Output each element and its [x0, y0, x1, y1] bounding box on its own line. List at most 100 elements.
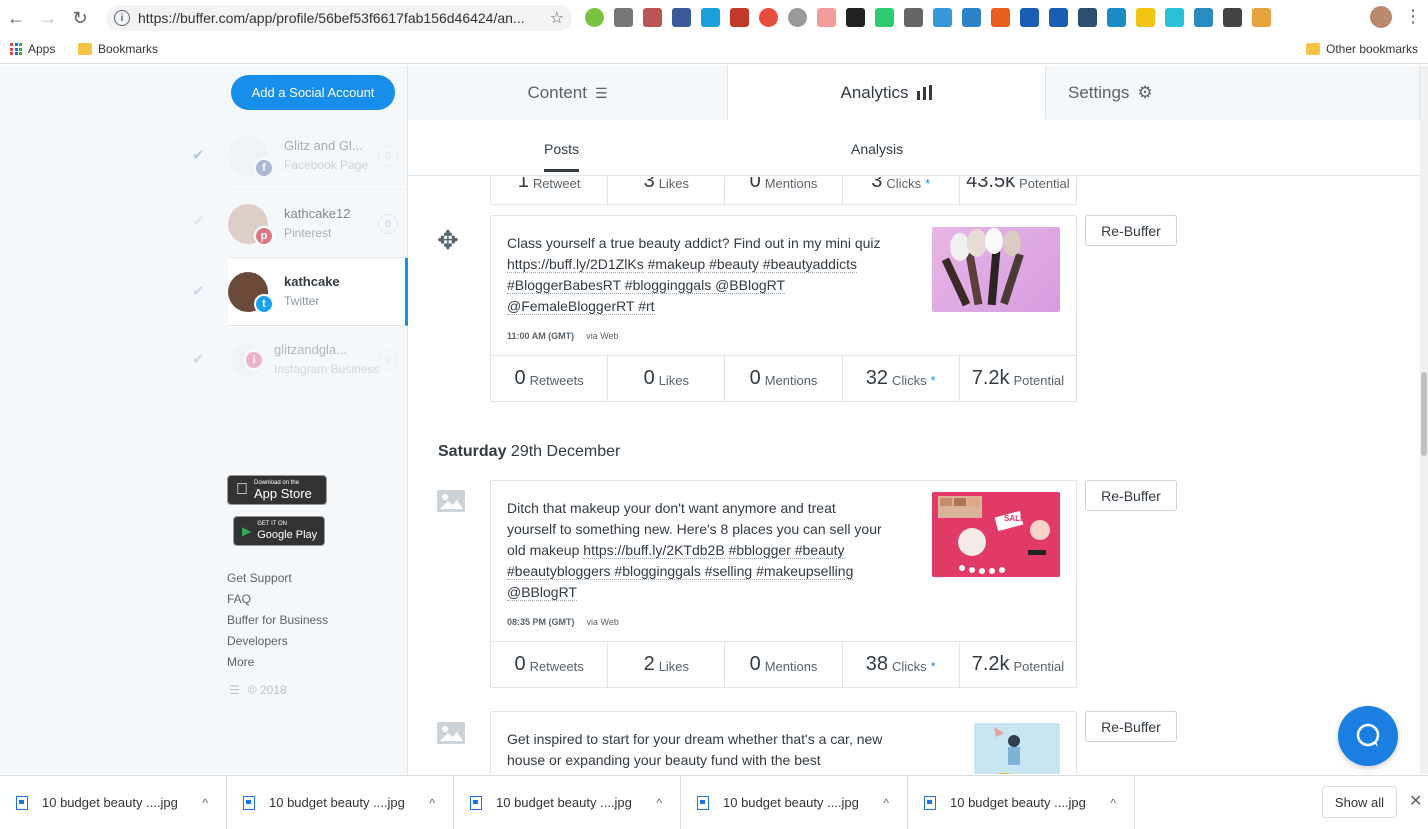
extension-icon[interactable] [817, 8, 836, 27]
close-icon[interactable]: ✕ [1409, 791, 1422, 811]
analytics-subtabs: Posts Analysis [408, 121, 1420, 176]
subtab-posts[interactable]: Posts [544, 141, 580, 172]
image-placeholder-icon [437, 722, 465, 749]
sidebar: Add a Social Account f Glitz and Gl... F… [0, 66, 408, 774]
main-tabs: Content ☰ Analytics Settings ⚙ [408, 66, 1420, 120]
day-heading: Saturday 29th December [438, 443, 621, 460]
extension-icon[interactable] [759, 8, 778, 27]
info-icon[interactable]: i [114, 10, 130, 26]
show-all-downloads-button[interactable]: Show all [1322, 786, 1397, 818]
extension-icon[interactable] [875, 8, 894, 27]
rebuffer-button[interactable]: Re-Buffer [1085, 215, 1177, 246]
image-placeholder-icon [437, 490, 465, 517]
url-text: https://buffer.com/app/profile/56bef53f6… [138, 10, 525, 26]
move-arrows-icon[interactable]: ✥ [437, 225, 459, 256]
tab-content[interactable]: Content ☰ [408, 66, 728, 120]
stat-potential: 7.2k Potential [971, 367, 1065, 389]
support-chat-button[interactable] [1338, 706, 1398, 766]
extension-icon[interactable] [788, 8, 807, 27]
twitter-icon: t [254, 294, 274, 314]
page-scrollbar[interactable] [1420, 66, 1428, 774]
extension-icon[interactable] [1194, 8, 1213, 27]
tab-settings[interactable]: Settings ⚙ [1046, 66, 1420, 120]
link-get-support[interactable]: Get Support [227, 568, 328, 589]
extension-icon[interactable] [730, 8, 749, 27]
back-icon[interactable]: ← [0, 0, 32, 36]
post-card-partial: 1 Retweet 3 Likes 0 Mentions 3 Clicks * 43.5k… [490, 177, 1077, 205]
account-facebook[interactable]: f Glitz and Gl... Facebook Page 0 [228, 122, 408, 190]
bookmark-star-icon[interactable]: ☆ [550, 8, 564, 28]
extension-icon[interactable] [1136, 8, 1155, 27]
stat-mentions: 0 Mentions [725, 177, 843, 204]
more-menu-icon[interactable]: ⋮ [1404, 6, 1422, 27]
chevron-up-icon[interactable]: ^ [656, 796, 662, 810]
bar-chart-icon [916, 85, 932, 100]
rebuffer-button[interactable]: Re-Buffer [1085, 711, 1177, 742]
forward-icon[interactable]: → [32, 0, 64, 36]
footer-links: Get Support FAQ Buffer for Business Deve… [227, 568, 328, 673]
address-bar[interactable]: i https://buffer.com/app/profile/56bef53… [106, 5, 572, 31]
extension-icon[interactable] [614, 8, 633, 27]
check-icon: ✔ [192, 213, 205, 230]
download-item[interactable]: 10 budget beauty ....jpg ^ [908, 776, 1135, 829]
stat-potential: 7.2k Potential [971, 653, 1065, 675]
extension-icon[interactable] [701, 8, 720, 27]
chevron-up-icon[interactable]: ^ [202, 796, 208, 810]
extension-icon[interactable] [643, 8, 662, 27]
extension-icon[interactable] [933, 8, 952, 27]
rebuffer-button[interactable]: Re-Buffer [1085, 480, 1177, 511]
extension-icon[interactable] [991, 8, 1010, 27]
account-instagram[interactable]: i glitzandgla... Instagram Business 0 [228, 326, 408, 394]
link-faq[interactable]: FAQ [227, 589, 328, 610]
scrollbar-thumb[interactable] [1421, 372, 1427, 456]
post-stats: 0 Retweets 0 Likes 0 Mentions 32 Clicks * 7.2… [491, 355, 1076, 401]
pinterest-icon: p [254, 226, 274, 246]
post-meta: 08:35 PM (GMT) via Web [507, 617, 619, 627]
chevron-up-icon[interactable]: ^ [883, 796, 889, 810]
extension-icon[interactable] [1252, 8, 1271, 27]
account-pinterest[interactable]: p kathcake12 Pinterest 0 [228, 190, 408, 258]
extension-icon[interactable] [962, 8, 981, 27]
stat-potential: 43.5k Potential [966, 177, 1070, 192]
download-item[interactable]: 10 budget beauty ....jpg ^ [454, 776, 681, 829]
folder-icon [1306, 43, 1320, 55]
extension-icon[interactable] [1165, 8, 1184, 27]
link-more[interactable]: More [227, 652, 328, 673]
chevron-up-icon[interactable]: ^ [1110, 796, 1116, 810]
download-item[interactable]: 10 budget beauty ....jpg ^ [681, 776, 908, 829]
extension-icon[interactable] [1078, 8, 1097, 27]
extension-icon[interactable] [904, 8, 923, 27]
extension-icon[interactable] [585, 8, 604, 27]
extension-icon[interactable] [1223, 8, 1242, 27]
reload-icon[interactable]: ↻ [64, 0, 96, 36]
post-text: Get inspired to start for your dream whe… [507, 731, 883, 768]
post-text: Ditch that makeup your don't want anymor… [507, 500, 882, 601]
account-twitter[interactable]: t kathcake Twitter [228, 258, 408, 326]
google-play-button[interactable]: ▶ GET IT ON Google Play [233, 516, 325, 546]
chevron-up-icon[interactable]: ^ [429, 796, 435, 810]
post-link[interactable]: https://buff.ly/2D1ZlKs [507, 256, 644, 273]
tab-analytics[interactable]: Analytics [728, 66, 1046, 120]
profile-avatar[interactable] [1370, 6, 1392, 28]
other-bookmarks[interactable]: Other bookmarks [1306, 42, 1418, 56]
stat-clicks[interactable]: 38 Clicks * [843, 642, 960, 687]
download-item[interactable]: 10 budget beauty ....jpg ^ [227, 776, 454, 829]
extension-icon[interactable] [1020, 8, 1039, 27]
link-developers[interactable]: Developers [227, 631, 328, 652]
gear-icon: ⚙ [1137, 83, 1153, 102]
stat-retweets: 1 Retweet [491, 177, 609, 204]
subtab-analysis[interactable]: Analysis [851, 141, 903, 157]
download-item[interactable]: 10 budget beauty ....jpg ^ [0, 776, 227, 829]
app-store-button[interactable]:  Download on theApp Store [227, 475, 327, 505]
link-buffer-for-business[interactable]: Buffer for Business [227, 610, 328, 631]
extension-icon[interactable] [1049, 8, 1068, 27]
stat-clicks[interactable]: 32 Clicks * [843, 356, 960, 401]
extension-icon[interactable] [846, 8, 865, 27]
add-social-account-button[interactable]: Add a Social Account [231, 75, 395, 110]
bookmark-folder[interactable]: Bookmarks [78, 42, 158, 56]
bookmark-apps[interactable]: Apps [10, 42, 55, 56]
extension-icon[interactable] [1107, 8, 1126, 27]
extension-icon[interactable] [672, 8, 691, 27]
image-file-icon [470, 795, 482, 810]
post-link[interactable]: https://buff.ly/2KTdb2B [583, 542, 725, 559]
